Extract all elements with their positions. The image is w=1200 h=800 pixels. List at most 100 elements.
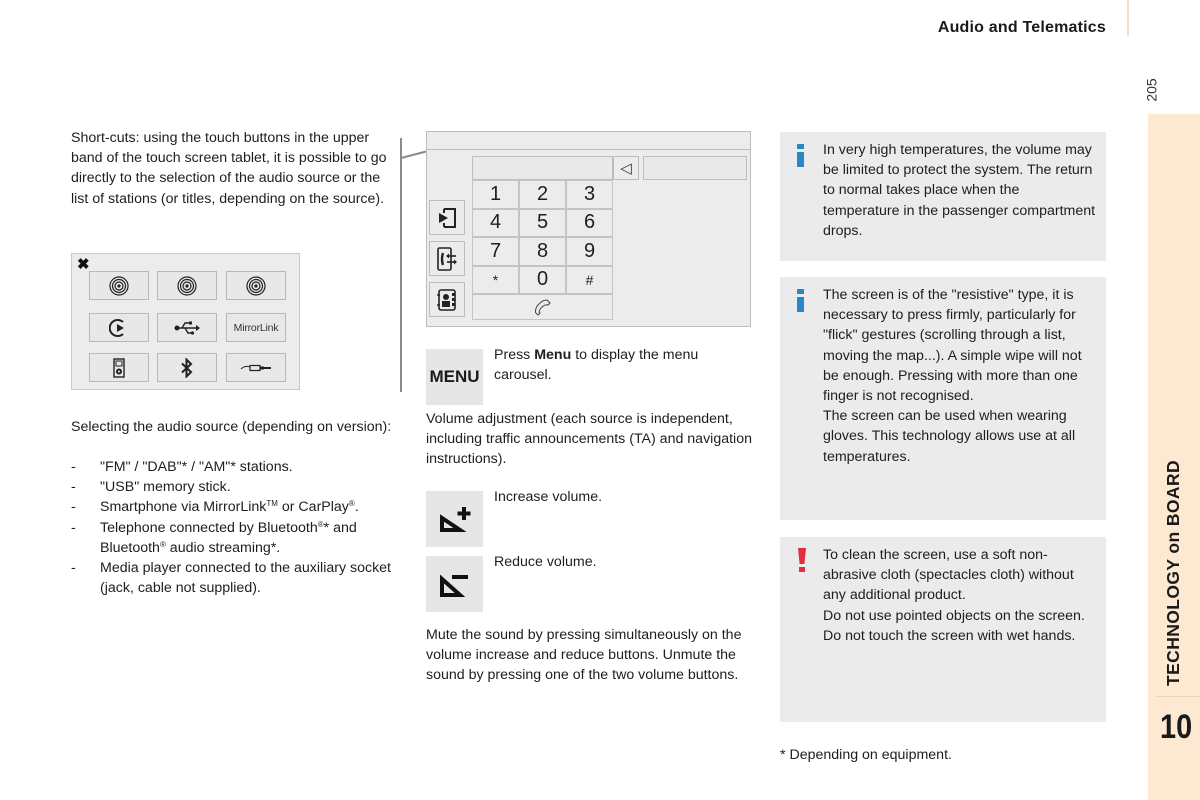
page-number: 205 xyxy=(1144,76,1168,106)
key-2[interactable]: 2 xyxy=(519,180,566,209)
source-button-media-player[interactable] xyxy=(89,353,149,382)
backspace-button[interactable]: ◁ xyxy=(613,156,639,180)
jack-cable-icon xyxy=(240,364,271,371)
call-transfer-icon xyxy=(437,246,457,271)
usb-icon xyxy=(174,321,200,335)
info-note-resistive-screen: The screen is of the "resistive" type, i… xyxy=(780,277,1106,520)
note-text: In very high temperatures, the volume ma… xyxy=(823,142,1096,239)
warning-note-cleaning: To clean the screen, use a soft non-abra… xyxy=(780,537,1106,722)
source-button-bluetooth[interactable] xyxy=(157,353,217,382)
volume-up-description: Increase volume. xyxy=(494,489,603,505)
contact-name-field[interactable] xyxy=(643,156,747,180)
radio-icon xyxy=(177,275,197,296)
key-9[interactable]: 9 xyxy=(566,237,613,266)
footnote: * Depending on equipment. xyxy=(780,747,952,763)
volume-up-button[interactable] xyxy=(426,491,483,547)
list-item-text: Smartphone via MirrorLink xyxy=(100,499,267,516)
source-button-streaming[interactable] xyxy=(89,313,149,342)
key-hash[interactable]: # xyxy=(566,265,613,294)
screen-top-band[interactable] xyxy=(427,132,750,150)
info-icon xyxy=(797,144,804,167)
streaming-play-icon xyxy=(109,318,124,337)
volume-down-button[interactable] xyxy=(426,556,483,612)
key-7[interactable]: 7 xyxy=(472,237,519,266)
section-title: Audio and Telematics xyxy=(937,19,1106,36)
chapter-label-wrap: TECHNOLOGY on BOARD xyxy=(1148,114,1200,694)
key-4[interactable]: 4 xyxy=(472,208,519,237)
bullet-dash: - xyxy=(71,459,76,475)
list-item-text: "USB" memory stick. xyxy=(100,479,231,496)
list-item: - Smartphone via MirrorLinkTM or CarPlay®… xyxy=(71,497,401,517)
mirrorlink-logo: MirrorLink xyxy=(233,321,279,334)
list-item-text: "FM" / "DAB"* / "AM"* stations. xyxy=(100,459,293,475)
list-item-text: Media player connected to the auxiliary … xyxy=(100,560,392,597)
note-paragraph: To clean the screen, use a soft non-abra… xyxy=(823,547,1074,604)
trademark-sup: TM xyxy=(266,499,278,509)
key-star[interactable]: * xyxy=(472,265,519,294)
source-button-aux-jack[interactable] xyxy=(226,353,286,382)
note-paragraph: Do not use pointed objects on the screen… xyxy=(823,607,1085,624)
volume-adjustment-intro: Volume adjustment (each source is indepe… xyxy=(426,411,752,468)
radio-icon xyxy=(246,275,266,296)
dial-keypad: 1 2 3 4 5 6 7 8 9 * 0 # xyxy=(472,156,613,320)
list-item-text: or CarPlay xyxy=(277,499,349,516)
contacts-icon xyxy=(437,288,456,311)
list-item: - Media player connected to the auxiliary… xyxy=(71,558,401,598)
key-1[interactable]: 1 xyxy=(472,180,519,209)
note-paragraph: The screen is of the "resistive" type, i… xyxy=(823,287,1082,405)
chapter-label: TECHNOLOGY on BOARD xyxy=(1163,459,1183,686)
chapter-tab: TECHNOLOGY on BOARD 10 xyxy=(1148,114,1200,800)
shortcuts-paragraph: Short-cuts: using the touch buttons in t… xyxy=(71,130,387,207)
key-3[interactable]: 3 xyxy=(566,180,613,209)
menu-text-prefix: Press xyxy=(494,347,535,363)
audio-source-intro: Selecting the audio source (depending on… xyxy=(71,419,392,435)
phone-screen-illustration: 1 2 3 4 5 6 7 8 9 * 0 # ◁ xyxy=(426,131,751,327)
note-text: The screen is of the "resistive" type, i… xyxy=(823,285,1099,467)
list-item-text: Telephone connected by Bluetooth xyxy=(100,519,318,536)
warning-icon xyxy=(798,548,806,572)
bullet-dash: - xyxy=(71,519,76,536)
menu-description: Press Menu to display the menu carousel. xyxy=(494,345,744,385)
source-button-radio-1[interactable] xyxy=(89,271,149,300)
phone-handset-icon xyxy=(534,299,551,316)
source-button-radio-2[interactable] xyxy=(157,271,217,300)
volume-down-description: Reduce volume. xyxy=(494,554,597,570)
close-icon[interactable]: ✖ xyxy=(77,255,90,273)
key-5[interactable]: 5 xyxy=(519,208,566,237)
source-input-icon xyxy=(439,207,456,228)
menu-button[interactable]: MENU xyxy=(426,349,483,405)
source-button-usb[interactable] xyxy=(157,313,217,342)
note-text: To clean the screen, use a soft non-abra… xyxy=(823,545,1099,646)
bullet-dash: - xyxy=(71,499,76,516)
side-button-call-transfer[interactable] xyxy=(429,241,465,276)
chapter-divider xyxy=(1156,696,1200,697)
info-note-temperature: In very high temperatures, the volume ma… xyxy=(780,132,1106,261)
media-player-icon xyxy=(113,357,125,378)
page-number-text: 205 xyxy=(1143,78,1160,102)
side-button-contacts[interactable] xyxy=(429,282,465,317)
source-button-radio-3[interactable] xyxy=(226,271,286,300)
menu-text-bold: Menu xyxy=(534,347,572,363)
key-0[interactable]: 0 xyxy=(519,265,566,294)
key-8[interactable]: 8 xyxy=(519,237,566,266)
call-button[interactable] xyxy=(472,294,613,320)
side-button-source[interactable] xyxy=(429,200,465,235)
key-6[interactable]: 6 xyxy=(566,208,613,237)
list-item-text: . xyxy=(354,499,359,516)
list-item: - "FM" / "DAB"* / "AM"* stations. xyxy=(71,457,401,477)
bullet-dash: - xyxy=(71,479,76,496)
radio-icon xyxy=(109,275,129,296)
info-icon xyxy=(797,289,804,312)
callout-line xyxy=(400,138,402,392)
bluetooth-icon xyxy=(181,357,193,378)
chapter-number: 10 xyxy=(1160,708,1193,746)
source-button-mirrorlink[interactable]: MirrorLink xyxy=(226,313,286,342)
list-item-text: audio streaming*. xyxy=(165,539,281,556)
list-item: - Telephone connected by Bluetooth®* and … xyxy=(71,518,401,558)
header-divider xyxy=(1127,0,1129,36)
mute-instructions: Mute the sound by pressing simultaneousl… xyxy=(426,627,742,684)
audio-source-panel: ✖ MirrorLink xyxy=(71,253,300,390)
dial-number-display[interactable] xyxy=(472,156,613,180)
note-paragraph: Do not touch the screen with wet hands. xyxy=(823,627,1076,644)
note-paragraph: The screen can be used when wearing glov… xyxy=(823,408,1076,465)
